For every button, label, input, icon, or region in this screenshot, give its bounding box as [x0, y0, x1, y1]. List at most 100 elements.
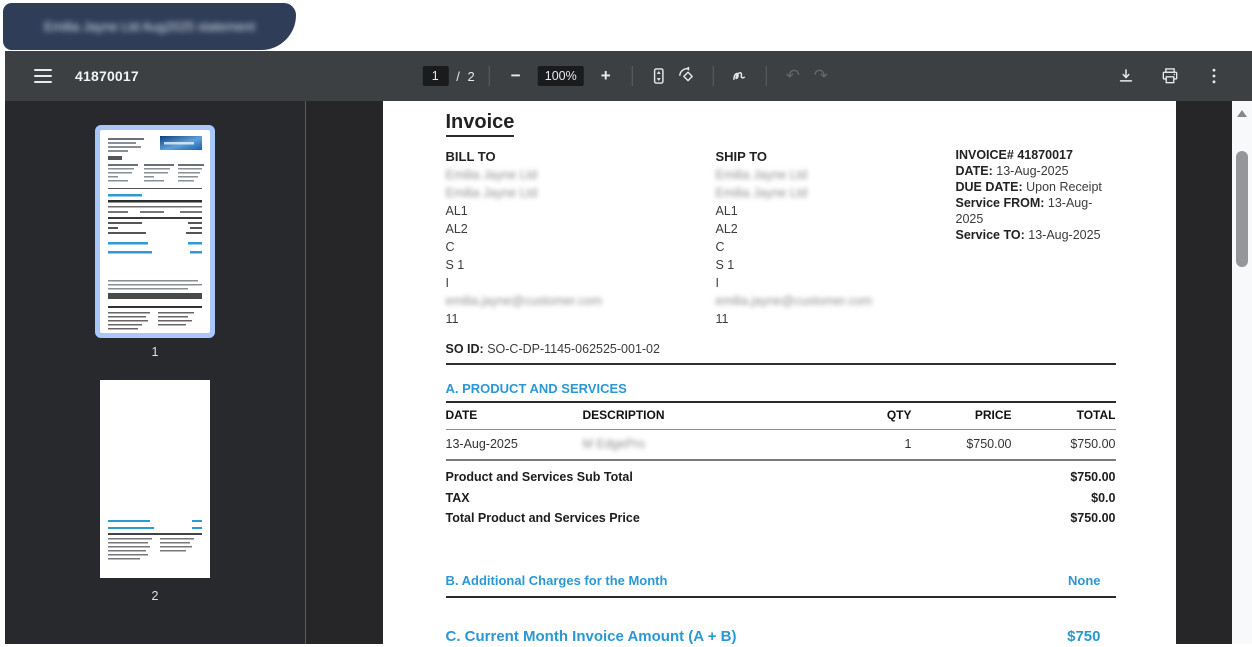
- page-separator: /: [456, 69, 462, 84]
- browser-tab[interactable]: Emilia Jayne Ltd Aug2025 statement: [3, 3, 296, 50]
- thumbnail-preview-2: [100, 380, 210, 578]
- pdf-viewer: 41870017 1 / 2 − 100% +: [5, 51, 1252, 644]
- annotate-button[interactable]: [726, 62, 754, 90]
- ship-address-line: C: [716, 238, 956, 256]
- hamburger-icon: [34, 69, 52, 83]
- page-number-input[interactable]: 1: [422, 66, 448, 86]
- invoice-date-row: DATE: 13-Aug-2025: [956, 163, 1116, 179]
- ship-email-redacted: emilia.jayne@customer.com: [716, 292, 956, 310]
- table-row: 13-Aug-2025 M EdgePro 1 $750.00 $750.00: [446, 430, 1116, 461]
- more-options-button[interactable]: [1200, 62, 1228, 90]
- bill-address-line: I: [446, 274, 716, 292]
- column-header-total: TOTAL: [1012, 408, 1116, 422]
- print-icon: [1160, 66, 1180, 86]
- section-c-row: C. Current Month Invoice Amount (A + B) …: [446, 628, 1116, 645]
- redo-icon: ↷: [814, 68, 828, 85]
- ship-address-line: I: [716, 274, 956, 292]
- document-viewer: Invoice BILL TO Emilia Jayne Ltd Emilia …: [306, 101, 1252, 644]
- undo-icon: ↶: [786, 68, 800, 85]
- column-header-price: PRICE: [912, 408, 1012, 422]
- subtotal-amount: $750.00: [1070, 467, 1115, 488]
- subtotal-row: Product and Services Sub Total $750.00: [446, 467, 1116, 488]
- row-qty: 1: [852, 437, 912, 451]
- ship-to-heading: SHIP TO: [716, 147, 956, 166]
- undo-button[interactable]: ↶: [779, 62, 807, 90]
- kebab-icon: [1204, 66, 1224, 86]
- bill-email-redacted: emilia.jayne@customer.com: [446, 292, 716, 310]
- bill-address-line: AL2: [446, 220, 716, 238]
- so-id-row: SO ID: SO-C-DP-1145-062525-001-02: [446, 342, 1116, 365]
- bill-company-redacted: Emilia Jayne Ltd: [446, 184, 716, 202]
- tab-title-redacted: Emilia Jayne Ltd Aug2025 statement: [44, 19, 255, 34]
- pdf-toolbar: 41870017 1 / 2 − 100% +: [5, 51, 1252, 101]
- zoom-level[interactable]: 100%: [538, 66, 584, 86]
- service-from-row: Service FROM: 13-Aug-2025: [956, 195, 1116, 227]
- scroll-up-icon[interactable]: [1237, 110, 1247, 117]
- toolbar-divider: [713, 66, 714, 86]
- invoice-title: Invoice: [446, 111, 515, 137]
- row-date: 13-Aug-2025: [446, 437, 583, 451]
- ship-address-line: AL1: [716, 202, 956, 220]
- bill-address-suffix: 11: [446, 310, 716, 328]
- redo-button[interactable]: ↷: [807, 62, 835, 90]
- bill-address-line: C: [446, 238, 716, 256]
- ship-company-redacted: Emilia Jayne Ltd: [716, 184, 956, 202]
- thumbnail-page-2[interactable]: [100, 380, 210, 578]
- bill-address-line: S 1: [446, 256, 716, 274]
- due-date-row: DUE DATE: Upon Receipt: [956, 179, 1116, 195]
- ship-to-section: SHIP TO Emilia Jayne Ltd Emilia Jayne Lt…: [716, 147, 956, 328]
- invoice-meta-section: INVOICE# 41870017 DATE: 13-Aug-2025 DUE …: [956, 147, 1116, 328]
- bill-company-redacted: Emilia Jayne Ltd: [446, 166, 716, 184]
- column-header-qty: QTY: [852, 408, 912, 422]
- row-total: $750.00: [1012, 437, 1116, 451]
- scrollbar-thumb[interactable]: [1236, 151, 1248, 267]
- table-header-row: DATE DESCRIPTION QTY PRICE TOTAL: [446, 403, 1116, 430]
- totals-block: Product and Services Sub Total $750.00 T…: [446, 461, 1116, 529]
- row-description-redacted: M EdgePro: [583, 437, 852, 451]
- download-icon: [1116, 66, 1136, 86]
- browser-tab-strip: Emilia Jayne Ltd Aug2025 statement: [0, 0, 1252, 51]
- thumbnail-label-1[interactable]: 1: [100, 345, 210, 359]
- section-c-heading: C. Current Month Invoice Amount (A + B): [446, 628, 737, 645]
- invoice-header-columns: BILL TO Emilia Jayne Ltd Emilia Jayne Lt…: [446, 147, 1116, 328]
- scrollbar-track[interactable]: [1232, 101, 1252, 644]
- thumbnail-label-2[interactable]: 2: [100, 589, 210, 603]
- annotate-icon: [730, 66, 750, 86]
- bill-to-heading: BILL TO: [446, 147, 716, 166]
- thumbnail-page-1[interactable]: [100, 130, 210, 333]
- menu-button[interactable]: [29, 62, 57, 90]
- section-b-row: B. Additional Charges for the Month None: [446, 573, 1116, 598]
- zoom-out-button[interactable]: −: [502, 62, 530, 90]
- tax-row: TAX $0.0: [446, 488, 1116, 509]
- toolbar-right: [1112, 62, 1252, 90]
- row-price: $750.00: [912, 437, 1012, 451]
- toolbar-divider: [632, 66, 633, 86]
- column-header-date: DATE: [446, 408, 583, 422]
- download-button[interactable]: [1112, 62, 1140, 90]
- toolbar-left: 41870017: [5, 62, 139, 90]
- thumbnails-sidebar: 1 2: [5, 101, 305, 644]
- fit-page-icon: [649, 66, 669, 86]
- invoice-number: INVOICE# 41870017: [956, 147, 1116, 163]
- toolbar-divider: [489, 66, 490, 86]
- print-button[interactable]: [1156, 62, 1184, 90]
- toolbar-divider: [766, 66, 767, 86]
- section-c-value: $750: [1067, 628, 1115, 645]
- page-count: 2: [468, 69, 477, 84]
- ship-address-line: S 1: [716, 256, 956, 274]
- so-id-value: SO-C-DP-1145-062525-001-02: [487, 342, 660, 356]
- rotate-button[interactable]: [673, 62, 701, 90]
- screen: Emilia Jayne Ltd Aug2025 statement 41870…: [0, 0, 1252, 647]
- service-to-row: Service TO: 13-Aug-2025: [956, 227, 1116, 243]
- viewer-content: 1 2: [5, 101, 1252, 644]
- ship-address-suffix: 11: [716, 310, 956, 328]
- fit-page-button[interactable]: [645, 62, 673, 90]
- thumbnail-preview-1: [100, 130, 210, 333]
- bill-to-section: BILL TO Emilia Jayne Ltd Emilia Jayne Lt…: [446, 147, 716, 328]
- invoice-page: Invoice BILL TO Emilia Jayne Ltd Emilia …: [383, 101, 1176, 644]
- ship-address-line: AL2: [716, 220, 956, 238]
- zoom-in-button[interactable]: +: [592, 62, 620, 90]
- section-b-heading: B. Additional Charges for the Month: [446, 573, 668, 588]
- rotate-ccw-icon: [677, 66, 697, 86]
- section-b-value: None: [1068, 573, 1116, 588]
